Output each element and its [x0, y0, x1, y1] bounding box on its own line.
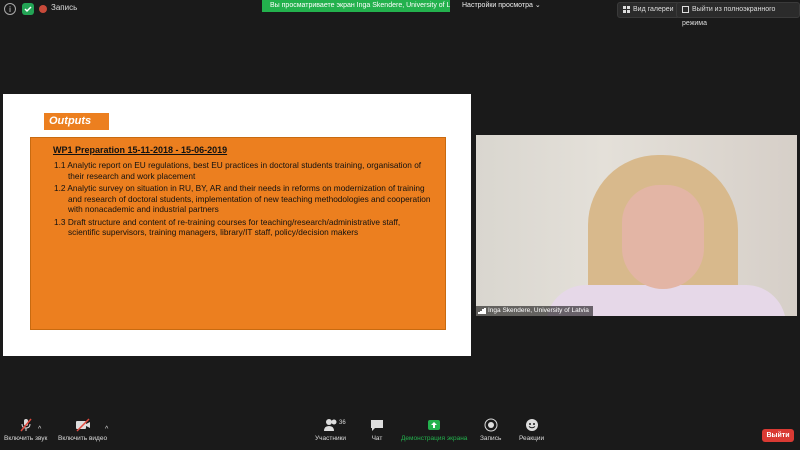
participants-count: 36 — [339, 420, 346, 426]
list-item: 1.3 Draft structure and content of re-tr… — [54, 216, 401, 238]
chat-icon — [371, 420, 383, 431]
wp-title: WP1 Preparation 15-11-2018 - 15-06-2019 — [53, 145, 228, 155]
security-shield-icon[interactable] — [22, 3, 34, 15]
meeting-toolbar: Включить звук ^ Включить видео ^ 36 Учас… — [0, 418, 800, 450]
video-options-caret-icon[interactable]: ^ — [105, 426, 108, 433]
outputs-header: Outputs — [44, 113, 109, 130]
start-video-label: Включить видео — [58, 435, 108, 442]
share-screen-icon — [428, 420, 441, 430]
wp-output-list: 1.1 Analytic report on EU regulations, b… — [54, 160, 434, 240]
participant-name: Inga Skendere, University of Latvia — [488, 307, 589, 314]
record-indicator-icon — [39, 5, 47, 13]
view-settings-dropdown[interactable]: Настройки просмотра ⌄ — [462, 1, 541, 9]
share-screen-label: Демонстрация экрана — [401, 435, 468, 442]
video-off-icon — [75, 418, 90, 432]
info-icon[interactable]: i — [4, 3, 16, 15]
grid-icon — [623, 5, 630, 13]
gallery-view-button[interactable]: Вид галереи — [617, 2, 680, 18]
share-screen-button[interactable]: Демонстрация экрана — [401, 418, 467, 442]
list-item: 1.1 Analytic report on EU regulations, b… — [54, 160, 422, 181]
unmute-label: Включить звук — [4, 435, 48, 442]
reactions-button[interactable]: Реакции — [519, 418, 544, 442]
participants-button[interactable]: 36 Участники — [315, 418, 346, 442]
start-video-button[interactable]: Включить видео — [58, 418, 107, 442]
chat-label: Чат — [371, 435, 383, 442]
exit-fullscreen-icon — [682, 5, 689, 13]
chat-button[interactable]: Чат — [370, 418, 384, 442]
shared-screen-slide: Outputs WP1 Preparation 15-11-2018 - 15-… — [3, 94, 471, 356]
participant-face — [622, 185, 704, 289]
participant-name-tag: Inga Skendere, University of Latvia — [476, 306, 593, 316]
exit-fullscreen-label: Выйти из полноэкранного режима — [682, 6, 776, 27]
record-label: Запись — [480, 435, 502, 442]
smiley-icon — [525, 419, 538, 431]
record-button[interactable]: Запись — [480, 418, 501, 442]
outputs-content-box: WP1 Preparation 15-11-2018 - 15-06-2019 … — [30, 137, 446, 330]
list-item: 1.2 Analytic survey on situation in RU, … — [54, 183, 431, 214]
top-bar: i Запись Вы просматриваете экран Inga Sk… — [0, 0, 800, 27]
outputs-label: Outputs — [49, 115, 92, 127]
gallery-view-label: Вид галереи — [633, 6, 674, 13]
signal-strength-icon — [478, 308, 486, 314]
view-settings-label: Настройки просмотра — [462, 2, 533, 9]
participants-icon — [323, 419, 337, 431]
participants-label: Участники — [315, 435, 347, 442]
exit-fullscreen-button[interactable]: Выйти из полноэкранного режима — [676, 2, 800, 27]
screen-share-banner: Вы просматриваете экран Inga Skendere, U… — [262, 0, 450, 12]
audio-options-caret-icon[interactable]: ^ — [38, 426, 41, 433]
muted-microphone-icon — [20, 418, 32, 432]
reactions-label: Реакции — [519, 435, 545, 442]
record-status-label: Запись — [51, 3, 78, 12]
leave-button[interactable]: Выйти — [762, 429, 794, 442]
chevron-down-icon: ⌄ — [534, 2, 541, 9]
participant-video-tile[interactable]: Inga Skendere, University of Latvia — [476, 135, 797, 316]
record-icon — [484, 418, 498, 432]
